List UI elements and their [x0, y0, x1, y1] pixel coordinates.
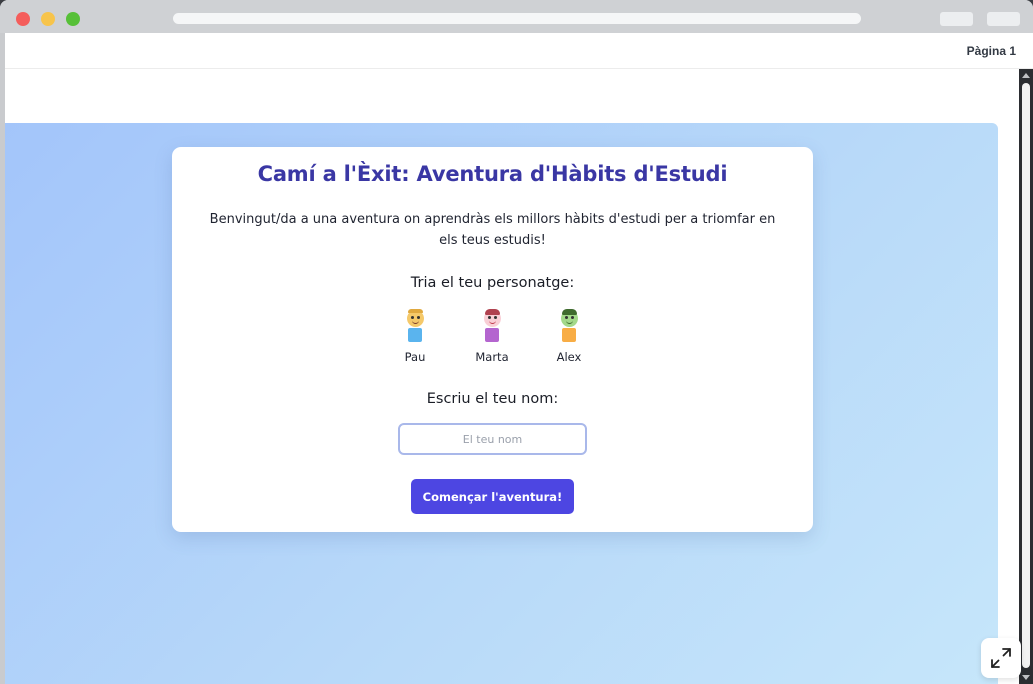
name-input[interactable] — [398, 423, 587, 455]
toolbar-button[interactable] — [987, 12, 1020, 26]
scroll-down-arrow-icon[interactable] — [1022, 675, 1030, 680]
character-option-pau[interactable]: Pau — [390, 309, 440, 365]
page-number-label: Pàgina 1 — [966, 44, 1016, 58]
scrollbar-thumb[interactable] — [1022, 83, 1030, 668]
character-body — [562, 328, 576, 342]
scroll-up-arrow-icon[interactable] — [1022, 73, 1030, 78]
name-prompt: Escriu el teu nom: — [426, 391, 559, 407]
fullscreen-button[interactable] — [981, 638, 1021, 678]
character-prompt: Tria el teu personatge: — [410, 275, 575, 291]
vertical-scrollbar[interactable] — [1019, 69, 1033, 684]
character-body — [408, 328, 422, 342]
toolbar-button[interactable] — [940, 12, 973, 26]
title-bar — [0, 0, 1033, 33]
character-option-alex[interactable]: Alex — [544, 309, 594, 365]
character-name: Pau — [404, 350, 426, 364]
character-picker: Pau Marta Alex — [390, 309, 594, 365]
start-adventure-button[interactable]: Començar l'aventura! — [411, 479, 574, 514]
kid-character-icon — [561, 309, 578, 327]
browser-window: Pàgina 1 Camí a l'Èxit: Aventura d'Hàbit… — [0, 0, 1033, 684]
intro-text: Benvingut/da a una aventura on aprendràs… — [209, 212, 776, 248]
page-viewport: Pàgina 1 Camí a l'Èxit: Aventura d'Hàbit… — [5, 33, 1033, 684]
app-background: Camí a l'Èxit: Aventura d'Hàbits d'Estud… — [5, 123, 998, 684]
page-title: Camí a l'Èxit: Aventura d'Hàbits d'Estud… — [257, 162, 728, 186]
character-name: Alex — [556, 350, 582, 364]
welcome-card: Camí a l'Èxit: Aventura d'Hàbits d'Estud… — [172, 147, 813, 532]
address-bar[interactable] — [173, 13, 861, 24]
character-name: Marta — [475, 350, 509, 364]
maximize-window-button[interactable] — [66, 12, 80, 26]
girl-character-icon — [484, 309, 501, 327]
page-header: Pàgina 1 — [5, 33, 1033, 69]
boy-character-icon — [407, 309, 424, 327]
minimize-window-button[interactable] — [41, 12, 55, 26]
close-window-button[interactable] — [16, 12, 30, 26]
character-option-marta[interactable]: Marta — [467, 309, 517, 365]
expand-icon — [991, 648, 1011, 668]
character-body — [485, 328, 499, 342]
